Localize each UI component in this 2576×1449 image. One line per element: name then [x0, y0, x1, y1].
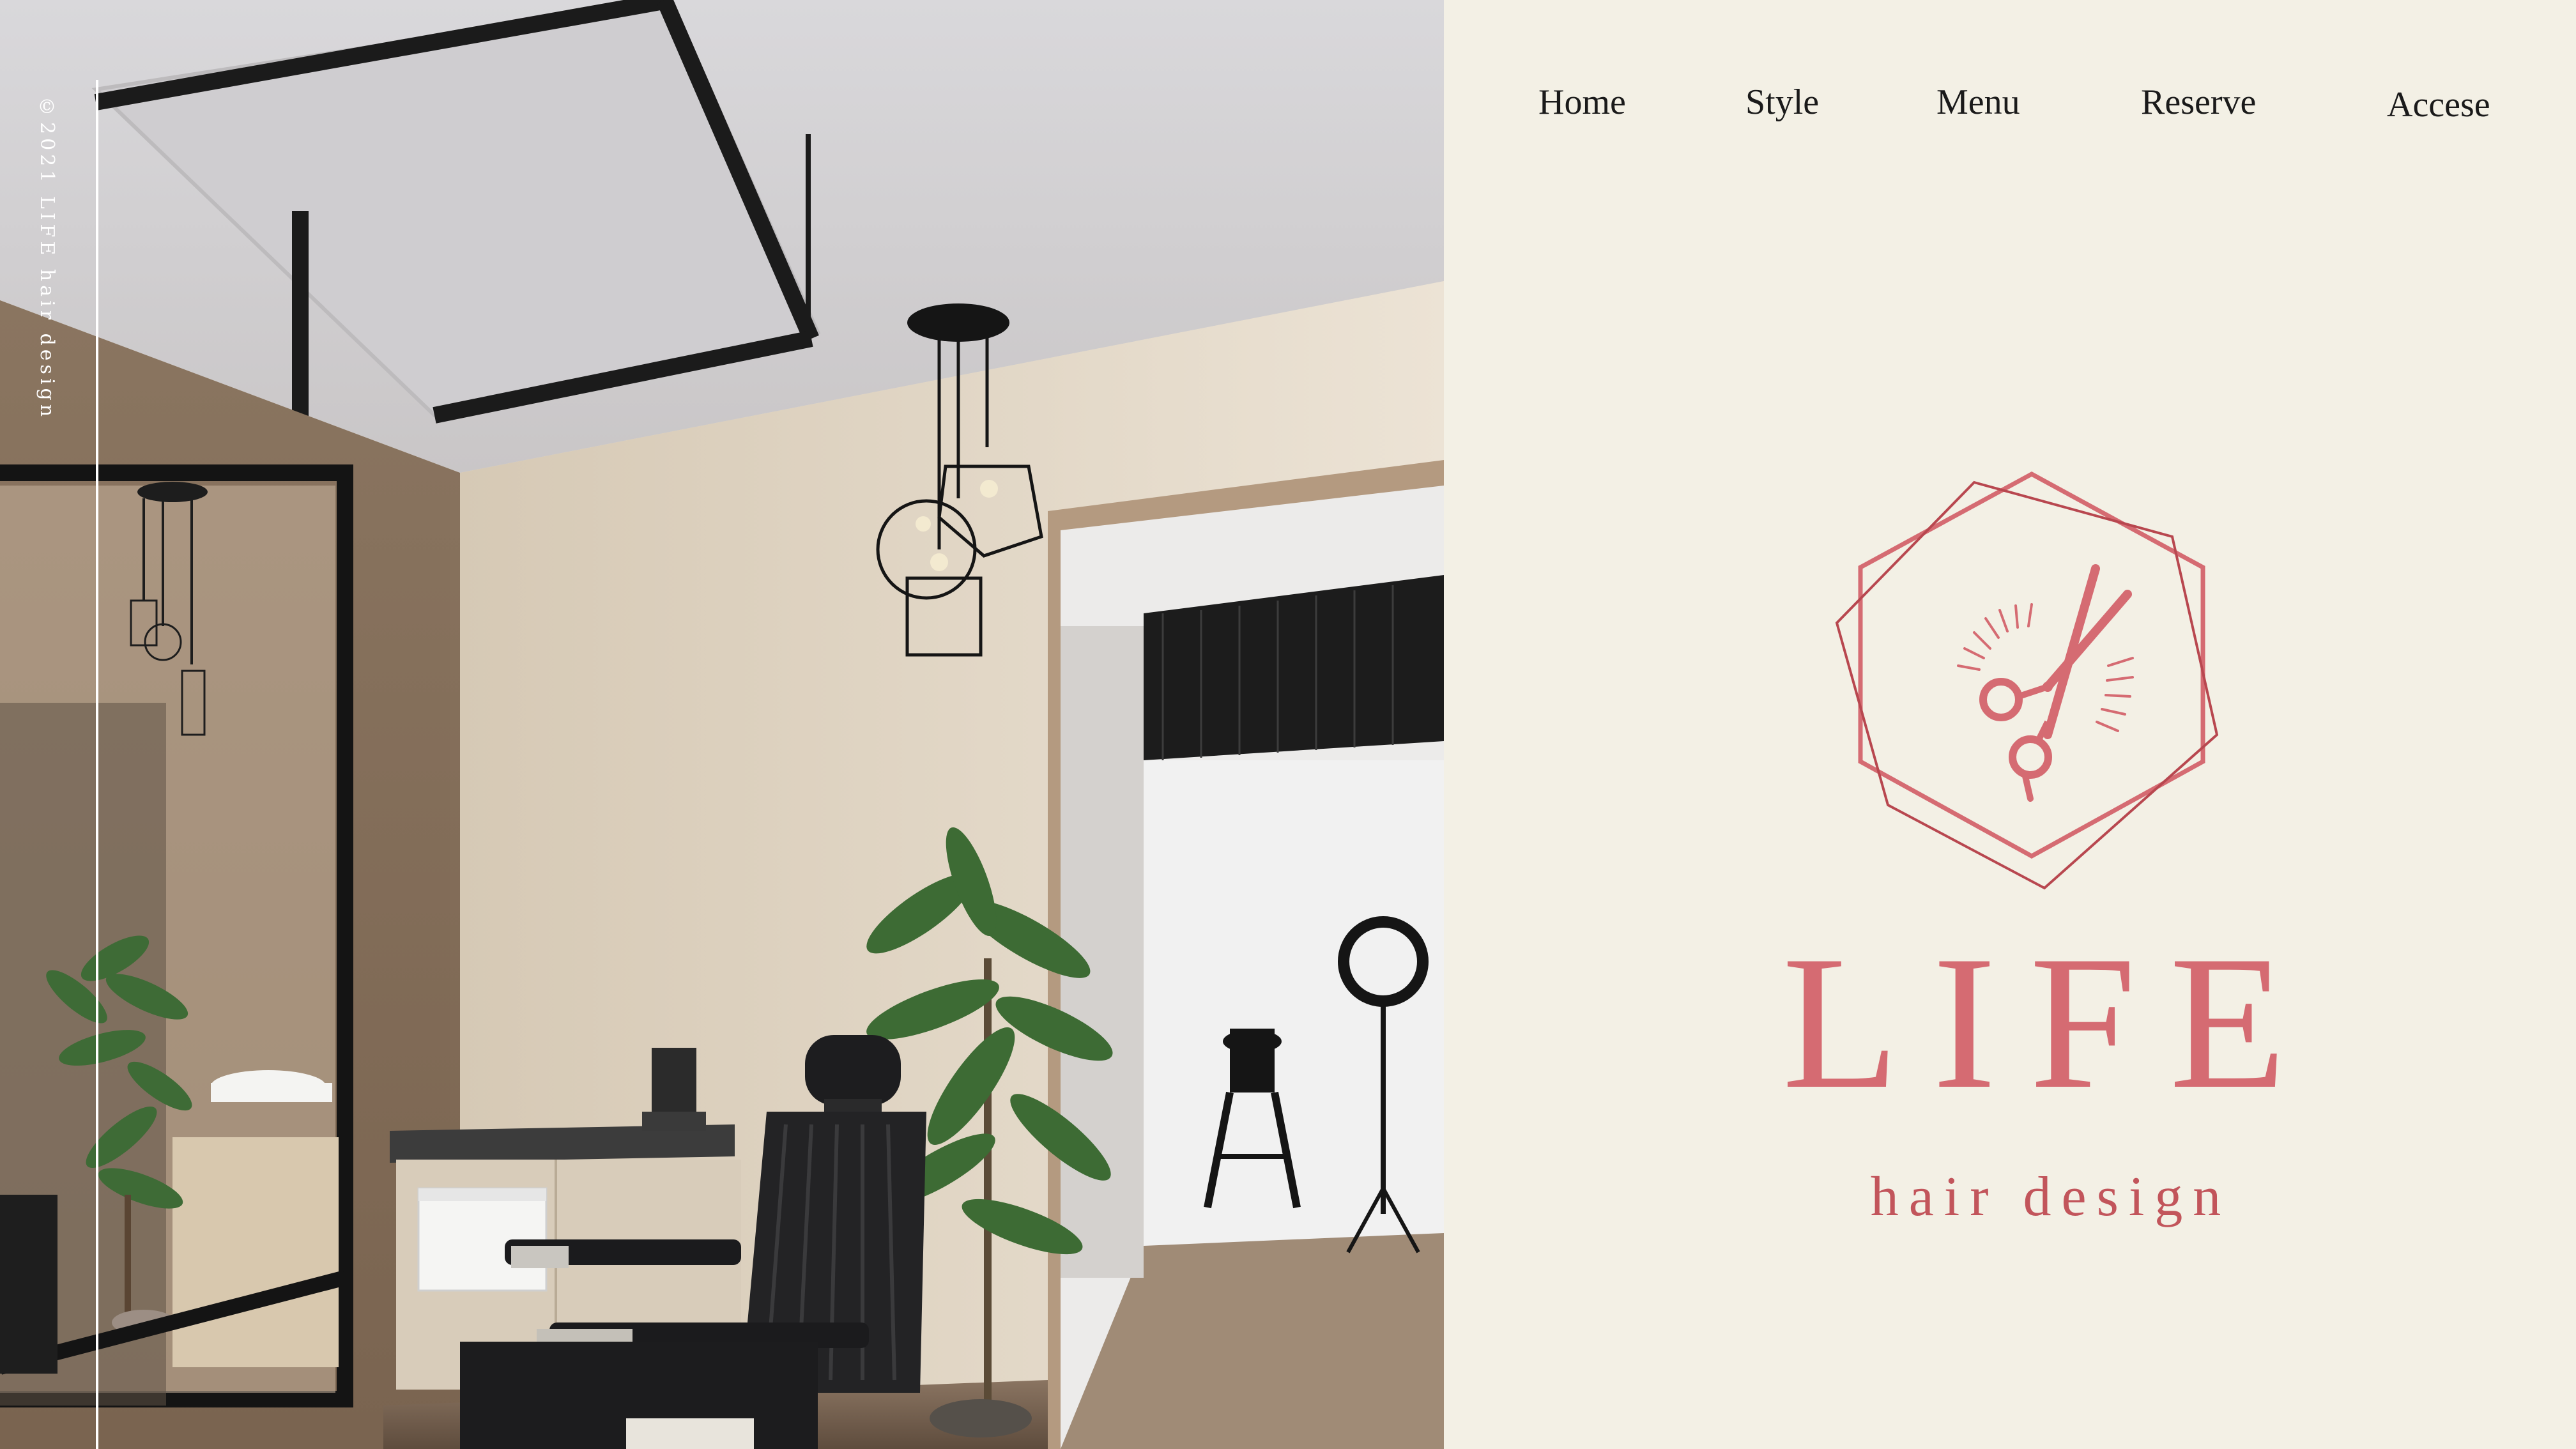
main-nav: Home Style Menu Reserve Accese: [1444, 82, 2576, 146]
copyright-text: ©2021 LIFE hair design: [36, 96, 58, 421]
decorative-vertical-line: [96, 80, 98, 1449]
salon-interior-illustration: [0, 0, 1444, 1449]
nav-item-reserve[interactable]: Reserve: [2141, 82, 2256, 123]
nav-item-home[interactable]: Home: [1538, 82, 1626, 123]
logo-subtitle: hair design: [1870, 1166, 2232, 1228]
hero-image: ©2021 LIFE hair design: [0, 0, 1444, 1449]
page: ©2021 LIFE hair design Home Style Menu R…: [0, 0, 2576, 1449]
scissors-hexagon-icon: [1835, 471, 2219, 890]
nav-item-accese[interactable]: Accese: [2387, 84, 2490, 125]
nav-item-menu[interactable]: Menu: [1936, 82, 2020, 123]
nav-item-style[interactable]: Style: [1745, 82, 1819, 123]
logo-title: LIFE: [1782, 916, 2320, 1128]
